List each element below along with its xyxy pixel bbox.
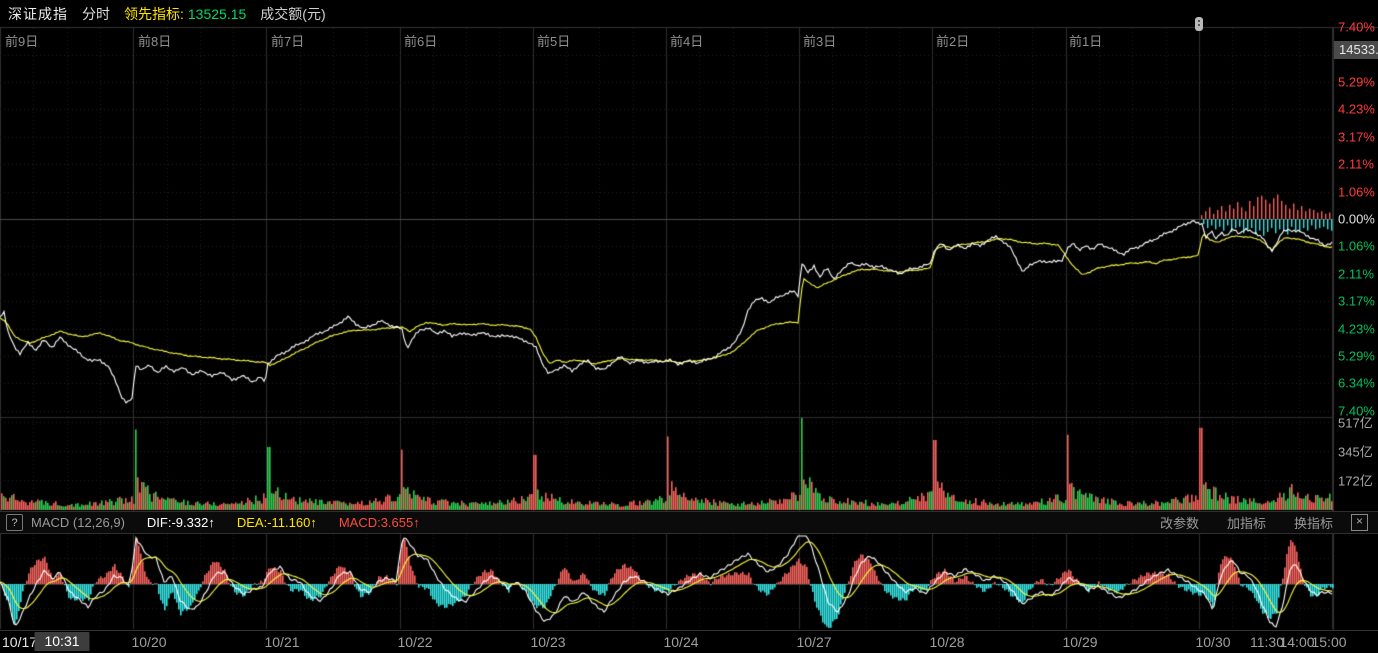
percent-axis-label: 4.23%: [1338, 102, 1375, 117]
close-icon[interactable]: ×: [1351, 514, 1368, 531]
chart-type-label: 分时: [82, 4, 110, 24]
change-params-button[interactable]: 改参数: [1160, 513, 1199, 532]
day-section-label: 前2日: [936, 31, 969, 50]
time-axis-label: 10/23: [530, 634, 565, 650]
volume-axis-label: 517亿: [1338, 413, 1373, 432]
day-section-label: 前1日: [1069, 31, 1102, 50]
volume-axis-label: 345亿: [1338, 442, 1373, 461]
day-section-label: 前7日: [271, 31, 304, 50]
time-axis-label: 10/17: [2, 634, 37, 650]
header: 深证成指 分时 领先指标: 13525.15 成交额(元): [0, 0, 1378, 27]
percent-axis-label: 2.11%: [1338, 157, 1374, 172]
time-axis-label: 10/20: [131, 634, 166, 650]
percent-axis-label: 3.17%: [1338, 130, 1375, 145]
macd-macd-value: MACD:3.655↑: [339, 515, 420, 530]
time-axis-label: 10/30: [1195, 634, 1230, 650]
chart-canvas[interactable]: [0, 0, 1378, 653]
leading-indicator-label: 领先指标:: [124, 4, 184, 24]
day-section-label: 前5日: [537, 31, 570, 50]
macd-toolbar: ? MACD (12,26,9) DIF:-9.332↑ DEA:-11.160…: [0, 511, 1378, 534]
day-section-label: 前8日: [138, 31, 171, 50]
time-axis-label: 10/27: [796, 634, 831, 650]
percent-axis-label: 6.34%: [1338, 376, 1375, 391]
price-level-badge: 14533.: [1334, 41, 1378, 59]
percent-axis-label: 5.29%: [1338, 349, 1375, 364]
cursor-time-badge: 10:31: [34, 632, 89, 651]
time-axis: 10/1710:31 10/20 10/21 10/22 10/23 10/24 10/27…: [0, 630, 1378, 653]
percent-axis-label: 1.06%: [1338, 239, 1375, 254]
help-icon[interactable]: ?: [6, 514, 23, 531]
percent-axis-label: 7.40%: [1338, 20, 1375, 35]
time-axis-label: 10/28: [929, 634, 964, 650]
turnover-label: 成交额(元): [260, 4, 325, 24]
percent-axis-label: 5.29%: [1338, 75, 1375, 90]
percent-axis-label: 4.23%: [1338, 322, 1375, 337]
pane-splitter-handle-icon[interactable]: [1195, 17, 1203, 31]
symbol-name: 深证成指: [8, 4, 68, 24]
time-axis-label: 10/24: [663, 634, 698, 650]
time-axis-label: 10/22: [397, 634, 432, 650]
volume-axis-label: 172亿: [1338, 471, 1373, 490]
leading-indicator-value: 13525.15: [188, 6, 246, 22]
macd-dea-value: DEA:-11.160↑: [237, 515, 317, 530]
time-axis-label: 14:00: [1279, 634, 1314, 650]
add-indicator-button[interactable]: 加指标: [1227, 513, 1266, 532]
percent-axis-label: 0.00%: [1338, 212, 1375, 227]
time-axis-label: 10/29: [1062, 634, 1097, 650]
day-section-label: 前4日: [670, 31, 703, 50]
percent-axis-label: 3.17%: [1338, 294, 1375, 309]
stock-chart-app: 深证成指 分时 领先指标: 13525.15 成交额(元) 前9日 前8日 前7日 前…: [0, 0, 1378, 653]
percent-axis-label: 2.11%: [1338, 267, 1374, 282]
day-section-label: 前9日: [5, 31, 38, 50]
day-section-label: 前3日: [803, 31, 836, 50]
day-section-label: 前6日: [404, 31, 437, 50]
percent-axis-label: 1.06%: [1338, 185, 1375, 200]
macd-indicator-label[interactable]: MACD (12,26,9): [31, 515, 125, 530]
switch-indicator-button[interactable]: 换指标: [1294, 513, 1333, 532]
time-axis-label: 10/21: [264, 634, 299, 650]
macd-dif-value: DIF:-9.332↑: [147, 515, 215, 530]
time-axis-label: 15:00: [1311, 634, 1346, 650]
